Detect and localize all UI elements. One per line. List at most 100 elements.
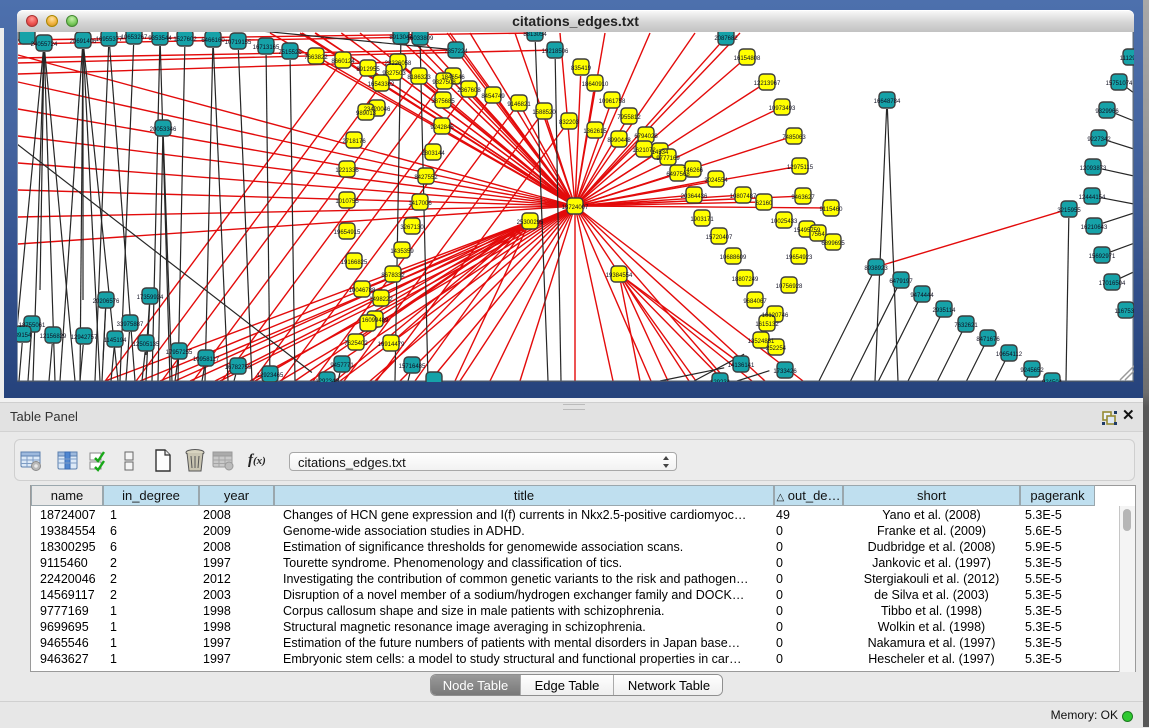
svg-text:2935114: 2935114 [933,308,957,314]
svg-text:7485063: 7485063 [782,135,806,141]
svg-text:9227342: 9227342 [1087,137,1111,143]
svg-text:17016504: 17016504 [1099,281,1126,287]
svg-text:19654915: 19654915 [334,230,361,236]
svg-text:24055724: 24055724 [31,42,58,48]
svg-text:8427552: 8427552 [414,175,438,181]
svg-text:835419: 835419 [571,66,592,72]
svg-text:19166825: 19166825 [341,260,368,266]
svg-text:25300295: 25300295 [517,220,544,226]
svg-text:1733426: 1733426 [773,369,797,375]
svg-text:9245652: 9245652 [1020,368,1044,374]
svg-text:12505135: 12505135 [133,342,160,348]
svg-text:7955812: 7955812 [617,115,641,121]
svg-text:19218506: 19218506 [542,49,569,55]
svg-text:6466160: 6466160 [201,38,225,44]
svg-text:16120746: 16120746 [762,313,789,319]
svg-text:8678332: 8678332 [381,273,405,279]
svg-text:9474444: 9474444 [910,293,934,299]
svg-text:10719155: 10719155 [225,40,252,46]
svg-text:7357224: 7357224 [444,49,468,55]
svg-text:10046788: 10046788 [349,288,376,294]
svg-text:1362615: 1362615 [583,129,607,135]
svg-text:1588520: 1588520 [532,110,556,116]
svg-text:8471676: 8471676 [976,337,1000,343]
svg-text:9329966: 9329966 [1095,109,1119,115]
svg-text:19654923: 19654923 [786,255,813,261]
svg-text:1292346: 1292346 [315,379,339,382]
svg-text:12942757: 12942757 [71,335,98,341]
svg-text:6479197: 6479197 [889,279,913,285]
svg-text:1435359: 1435359 [390,249,414,255]
svg-text:20691406: 20691406 [70,39,97,45]
svg-text:20206576: 20206576 [93,299,120,305]
svg-text:15692971: 15692971 [1089,254,1116,260]
svg-text:16782759: 16782759 [225,365,252,371]
svg-text:15751074: 15751074 [1106,81,1133,87]
svg-text:16914479: 16914479 [378,342,405,348]
svg-text:9457771: 9457771 [330,363,354,369]
svg-text:9353544: 9353544 [148,36,172,42]
svg-text:9463627: 9463627 [791,195,815,201]
svg-text:18807249: 18807249 [732,277,759,283]
svg-text:129234: 129234 [710,380,731,382]
svg-text:8660124: 8660124 [331,59,355,65]
svg-text:10756928: 10756928 [776,284,803,290]
svg-text:989013: 989013 [356,111,377,117]
svg-text:7515526: 7515526 [278,50,302,56]
svg-text:12444154: 12444154 [1079,195,1106,201]
svg-text:10653267: 10653267 [121,35,148,41]
svg-text:7663822: 7663822 [304,55,328,61]
svg-text:8186323: 8186323 [407,75,431,81]
svg-text:16033809: 16033809 [407,36,434,42]
svg-text:10654112: 10654112 [996,352,1023,358]
svg-text:7632621: 7632621 [954,323,978,329]
svg-text:9327503: 9327503 [382,71,406,77]
svg-text:12156829: 12156829 [40,334,67,340]
svg-text:832203: 832203 [559,120,580,126]
svg-text:8454749: 8454749 [481,94,505,100]
svg-text:17359924: 17359924 [137,295,164,301]
svg-text:20364436: 20364436 [681,194,708,200]
svg-text:14136141: 14136141 [728,363,755,369]
svg-text:1615132: 1615132 [755,322,779,328]
svg-text:1221336: 1221336 [335,168,359,174]
svg-text:39154: 39154 [17,333,32,339]
svg-text:17957255: 17957255 [166,350,193,356]
svg-text:252254: 252254 [766,346,787,352]
svg-text:2087682: 2087682 [714,36,738,42]
svg-text:1417006: 1417006 [408,201,432,207]
svg-text:15720407: 15720407 [706,235,733,241]
svg-text:1903171: 1903171 [690,217,714,223]
svg-text:1167533: 1167533 [1115,309,1134,315]
svg-text:16099489: 16099489 [362,318,389,324]
svg-text:10973493: 10973493 [769,106,796,112]
svg-text:924504: 924504 [1042,380,1063,382]
svg-text:1527602: 1527602 [173,37,197,43]
svg-text:2803144: 2803144 [421,151,445,157]
svg-text:20053346: 20053346 [150,127,177,133]
svg-text:16713165: 16713165 [253,45,280,51]
svg-text:10807487: 10807487 [730,194,757,200]
svg-text:16154808: 16154808 [734,56,761,62]
svg-text:13524851: 13524851 [748,339,775,345]
svg-text:18755061: 18755061 [19,323,46,329]
svg-text:62160: 62160 [756,201,773,207]
svg-text:9684067: 9684067 [743,299,767,305]
svg-text:9777169: 9777169 [656,156,680,162]
svg-text:10688609: 10688609 [720,255,747,261]
svg-text:15716485: 15716485 [399,364,426,370]
svg-text:9242845: 9242845 [430,125,454,131]
svg-text:6899695: 6899695 [821,241,845,247]
svg-text:16955377: 16955377 [96,37,123,43]
svg-text:9115460: 9115460 [820,207,844,213]
svg-text:9146821: 9146821 [507,102,531,108]
svg-text:1145194: 1145194 [104,338,128,344]
svg-text:23226058: 23226058 [385,61,412,67]
svg-text:1498222: 1498222 [369,297,393,303]
svg-text:8912955: 8912955 [356,67,380,73]
svg-text:2718176: 2718176 [342,139,366,145]
svg-text:16543362: 16543362 [368,82,395,88]
svg-text:6794028: 6794028 [634,134,658,140]
svg-text:16210643: 16210643 [1081,225,1108,231]
svg-text:8813054: 8813054 [523,32,547,38]
